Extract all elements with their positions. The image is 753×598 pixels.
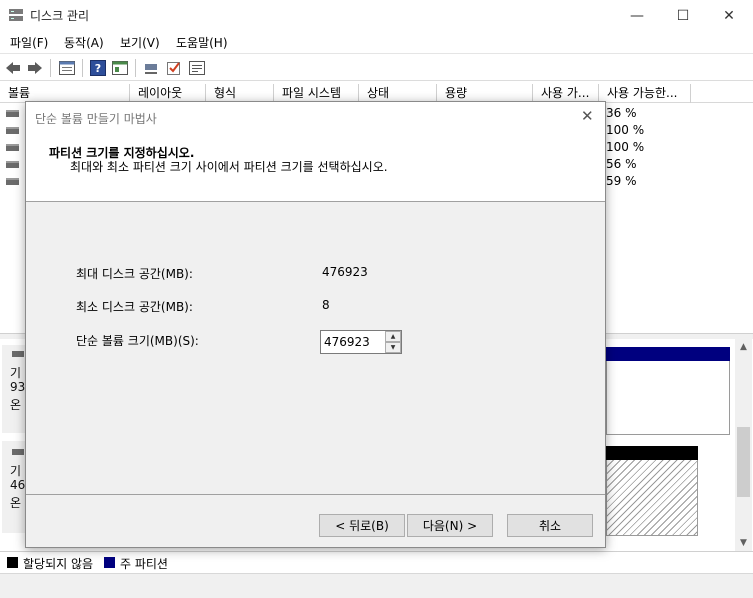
close-button[interactable]: ✕: [706, 0, 752, 31]
disk-1-type: 기: [10, 464, 22, 478]
column-free-percent[interactable]: 사용 가능한...: [599, 84, 691, 103]
max-space-label: 최대 디스크 공간(MB):: [76, 267, 193, 281]
vertical-scrollbar[interactable]: ▲ ▼: [735, 339, 752, 551]
forward-icon[interactable]: [26, 59, 44, 76]
spin-down-icon[interactable]: ▼: [385, 342, 401, 353]
back-icon[interactable]: [4, 59, 22, 76]
disk-0-status: 온: [10, 398, 22, 412]
connect-icon[interactable]: [142, 59, 160, 76]
menu-file[interactable]: 파일(F): [10, 34, 48, 51]
toolbar: ?: [0, 53, 753, 81]
disk-icon: [12, 449, 24, 455]
scroll-down-icon[interactable]: ▼: [735, 535, 752, 551]
legend-label-primary: 주 파티션: [120, 557, 168, 571]
menu-action[interactable]: 동작(A): [64, 34, 104, 51]
max-space-value: 476923: [322, 265, 368, 279]
list-icon[interactable]: [188, 59, 206, 76]
new-simple-volume-wizard: 단순 볼륨 만들기 마법사 ✕ 파티션 크기를 지정하십시오. 최대와 최소 파…: [25, 101, 606, 548]
dialog-title-bar: 단순 볼륨 만들기 마법사 ✕: [26, 102, 605, 132]
dialog-subheading: 최대와 최소 파티션 크기 사이에서 파티션 크기를 선택하십시오.: [70, 160, 388, 174]
volume-icon: [6, 127, 19, 134]
next-button[interactable]: 다음(N) >: [407, 514, 493, 537]
menu-bar: 파일(F) 동작(A) 보기(V) 도움말(H): [0, 31, 753, 53]
minimize-button[interactable]: —: [614, 0, 660, 31]
toolbar-separator: [135, 59, 136, 77]
legend-swatch-primary: [104, 557, 115, 568]
scroll-thumb[interactable]: [737, 427, 750, 497]
back-button[interactable]: < 뒤로(B): [319, 514, 405, 537]
disk-0-type: 기: [10, 366, 22, 380]
menu-view[interactable]: 보기(V): [120, 34, 160, 51]
free-percent: 36 %: [606, 106, 637, 120]
scroll-up-icon[interactable]: ▲: [735, 339, 752, 355]
disk-1-size: 46: [10, 478, 26, 492]
status-bar: [0, 573, 753, 598]
dialog-header: 파티션 크기를 지정하십시오. 최대와 최소 파티션 크기 사이에서 파티션 크…: [26, 132, 605, 202]
volume-size-stepper[interactable]: ▲ ▼: [320, 330, 402, 354]
dialog-title: 단순 볼륨 만들기 마법사: [35, 112, 157, 126]
properties-icon[interactable]: [58, 59, 76, 76]
unallocated-bar: [606, 446, 698, 460]
free-percent: 59 %: [606, 174, 637, 188]
legend: 할당되지 않음 주 파티션: [0, 551, 753, 573]
disk-0-size: 93: [10, 380, 26, 394]
unallocated-block[interactable]: [606, 460, 698, 536]
help-icon[interactable]: ?: [89, 59, 107, 76]
dialog-divider: [26, 494, 605, 495]
volume-icon: [6, 144, 19, 151]
free-percent: 100 %: [606, 123, 645, 137]
cancel-button[interactable]: 취소: [507, 514, 593, 537]
menu-help[interactable]: 도움말(H): [176, 34, 228, 51]
volume-icon: [6, 161, 19, 168]
window-title: 디스크 관리: [30, 9, 90, 23]
disk-management-icon: [9, 9, 23, 21]
primary-partition-bar: [606, 347, 730, 361]
volume-size-label: 단순 볼륨 크기(MB)(S):: [76, 334, 199, 348]
spin-up-icon[interactable]: ▲: [385, 331, 401, 342]
disk-1-status: 온: [10, 496, 22, 510]
min-space-value: 8: [322, 298, 330, 312]
toolbar-separator: [82, 59, 83, 77]
toolbar-separator: [50, 59, 51, 77]
maximize-button[interactable]: ☐: [660, 0, 706, 31]
volume-size-input[interactable]: [321, 331, 385, 353]
legend-swatch-unallocated: [7, 557, 18, 568]
volume-icon: [6, 178, 19, 185]
svg-text:?: ?: [95, 62, 101, 75]
title-bar: 디스크 관리 — ☐ ✕: [0, 0, 753, 31]
legend-label-unallocated: 할당되지 않음: [23, 557, 94, 571]
disk-icon: [12, 351, 24, 357]
view-icon[interactable]: [111, 59, 129, 76]
check-icon[interactable]: [165, 59, 183, 76]
free-percent: 56 %: [606, 157, 637, 171]
free-percent: 100 %: [606, 140, 645, 154]
primary-partition-block[interactable]: [606, 361, 730, 435]
dialog-close-icon[interactable]: ✕: [581, 107, 594, 125]
min-space-label: 최소 디스크 공간(MB):: [76, 300, 193, 314]
volume-icon: [6, 110, 19, 117]
